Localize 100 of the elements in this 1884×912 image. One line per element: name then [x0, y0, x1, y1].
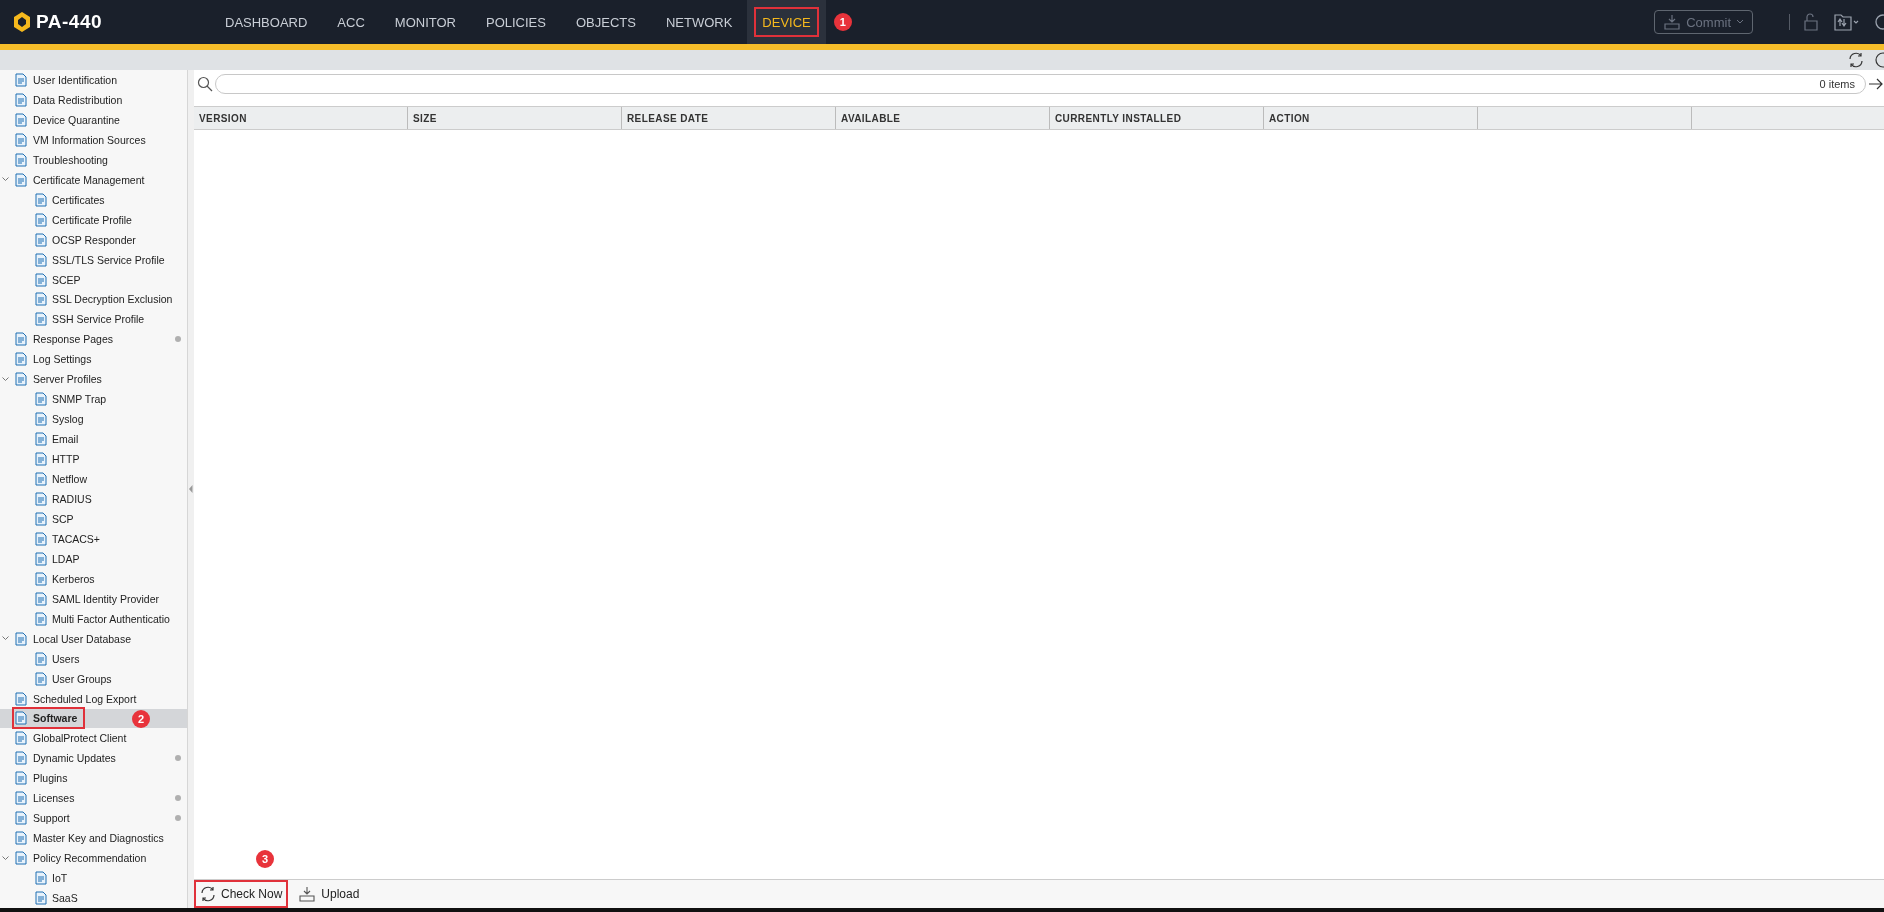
nav-tab[interactable]: DEVICE: [747, 0, 826, 44]
page-icon: [34, 192, 48, 207]
sidebar-item[interactable]: Troubleshooting: [0, 149, 187, 170]
page-icon: [34, 511, 48, 526]
page-icon: [34, 671, 48, 686]
page-icon: [34, 212, 48, 227]
sidebar-item[interactable]: Support: [0, 808, 187, 829]
sidebar-item[interactable]: RADIUS: [0, 489, 187, 509]
sidebar-item[interactable]: Plugins: [0, 768, 187, 789]
sidebar-item[interactable]: Log Settings: [0, 349, 187, 370]
nav-tab[interactable]: POLICIES: [470, 0, 561, 44]
sidebar-item[interactable]: LDAP: [0, 548, 187, 569]
app-title: PA-440: [36, 11, 102, 33]
sidebar-item[interactable]: Netflow: [0, 469, 187, 489]
refresh-icon[interactable]: [1848, 52, 1864, 68]
sidebar-item[interactable]: Certificate Management: [0, 169, 187, 190]
sidebar-item[interactable]: SSL Decryption Exclusion: [0, 289, 187, 310]
sidebar-item[interactable]: Master Key and Diagnostics: [0, 828, 187, 849]
sidebar-item[interactable]: SSH Service Profile: [0, 309, 187, 330]
page-icon: [34, 452, 48, 467]
column-header[interactable]: CURRENTLY INSTALLED: [1050, 107, 1264, 129]
page-icon: [14, 711, 28, 726]
sidebar-item[interactable]: Local User Database: [0, 628, 187, 649]
sidebar-item[interactable]: GlobalProtect Client: [0, 728, 187, 749]
nav-tab[interactable]: OBJECTS: [560, 0, 651, 44]
page-icon: [14, 372, 28, 387]
sidebar-item[interactable]: Certificates: [0, 189, 187, 210]
page-icon: [14, 811, 28, 826]
page-icon: [34, 472, 48, 487]
page-icon: [34, 412, 48, 427]
chevron-icon[interactable]: [2, 177, 9, 183]
sidebar-item[interactable]: IoT: [0, 868, 187, 889]
toolbar-button[interactable]: Upload: [292, 880, 366, 908]
chevron-icon[interactable]: [2, 376, 9, 382]
sidebar-item[interactable]: Software 2: [0, 708, 187, 729]
lock-icon[interactable]: [1802, 13, 1820, 31]
callout-badge: 1: [833, 13, 852, 31]
page-icon: [34, 651, 48, 666]
page-icon: [34, 571, 48, 586]
sidebar-item[interactable]: SCP: [0, 508, 187, 529]
sidebar-item[interactable]: Policy Recommendation: [0, 848, 187, 869]
sidebar-item[interactable]: Data Redistribution: [0, 89, 187, 110]
nav-tab[interactable]: MONITOR: [379, 0, 471, 44]
sidebar-item[interactable]: HTTP: [0, 449, 187, 470]
page-icon: [34, 531, 48, 546]
sidebar-item[interactable]: Response Pages: [0, 329, 187, 350]
page-icon: [34, 312, 48, 327]
sidebar-item[interactable]: OCSP Responder: [0, 229, 187, 250]
collapse-icon[interactable]: [189, 485, 193, 493]
sidebar-item[interactable]: User Identification: [0, 70, 187, 90]
nav-tab[interactable]: DASHBOARD: [210, 0, 323, 44]
sidebar-item[interactable]: Syslog: [0, 409, 187, 430]
arrow-icon[interactable]: [1868, 77, 1884, 91]
sidebar-item[interactable]: Licenses: [0, 788, 187, 809]
column-header[interactable]: RELEASE DATE: [622, 107, 836, 129]
sidebar-item[interactable]: Kerberos: [0, 568, 187, 589]
column-header[interactable]: VERSION: [194, 107, 408, 129]
page-icon: [14, 831, 28, 846]
page-icon: [34, 232, 48, 247]
sidebar-item[interactable]: Dynamic Updates: [0, 748, 187, 769]
logo-icon: [14, 12, 30, 32]
sidebar-item[interactable]: User Groups: [0, 668, 187, 689]
page-icon: [14, 771, 28, 786]
toolbar-button[interactable]: Check Now: [194, 880, 289, 908]
sidebar-item[interactable]: SNMP Trap: [0, 389, 187, 410]
sidebar-item[interactable]: Multi Factor Authenticatio: [0, 608, 187, 629]
page-icon: [14, 731, 28, 746]
callout-badge: 3: [256, 850, 274, 868]
chevron-icon[interactable]: [2, 636, 9, 642]
page-icon: [14, 631, 28, 646]
page-icon: [14, 132, 28, 147]
nav-tab[interactable]: ACC: [322, 0, 380, 44]
page-icon: [14, 72, 28, 87]
sidebar-item[interactable]: SSL/TLS Service Profile: [0, 249, 187, 270]
sidebar-item[interactable]: TACACS+: [0, 528, 187, 549]
column-header[interactable]: SIZE: [408, 107, 622, 129]
folder-icon[interactable]: [1834, 13, 1860, 31]
sidebar-item[interactable]: Email: [0, 429, 187, 450]
sidebar-item[interactable]: SaaS: [0, 888, 187, 908]
search-icon: [197, 76, 213, 92]
page-icon: [34, 871, 48, 886]
page-icon: [14, 332, 28, 347]
page-icon: [14, 352, 28, 367]
sidebar-item[interactable]: Device Quarantine: [0, 109, 187, 130]
page-icon: [34, 891, 48, 906]
sidebar-item[interactable]: Certificate Profile: [0, 209, 187, 230]
refresh-icon: [200, 886, 216, 902]
column-header[interactable]: ACTION: [1264, 107, 1478, 129]
sidebar-item[interactable]: SCEP: [0, 269, 187, 290]
page-icon: [14, 851, 28, 866]
chevron-icon[interactable]: [2, 855, 9, 861]
sidebar-item[interactable]: Scheduled Log Export: [0, 688, 187, 709]
page-icon: [14, 152, 28, 167]
sidebar-item[interactable]: SAML Identity Provider: [0, 588, 187, 609]
sidebar-item[interactable]: VM Information Sources: [0, 129, 187, 150]
column-header[interactable]: AVAILABLE: [836, 107, 1050, 129]
page-icon: [34, 591, 48, 606]
sidebar-item[interactable]: Users: [0, 648, 187, 669]
sidebar-item[interactable]: Server Profiles: [0, 369, 187, 390]
nav-tab[interactable]: NETWORK: [650, 0, 748, 44]
